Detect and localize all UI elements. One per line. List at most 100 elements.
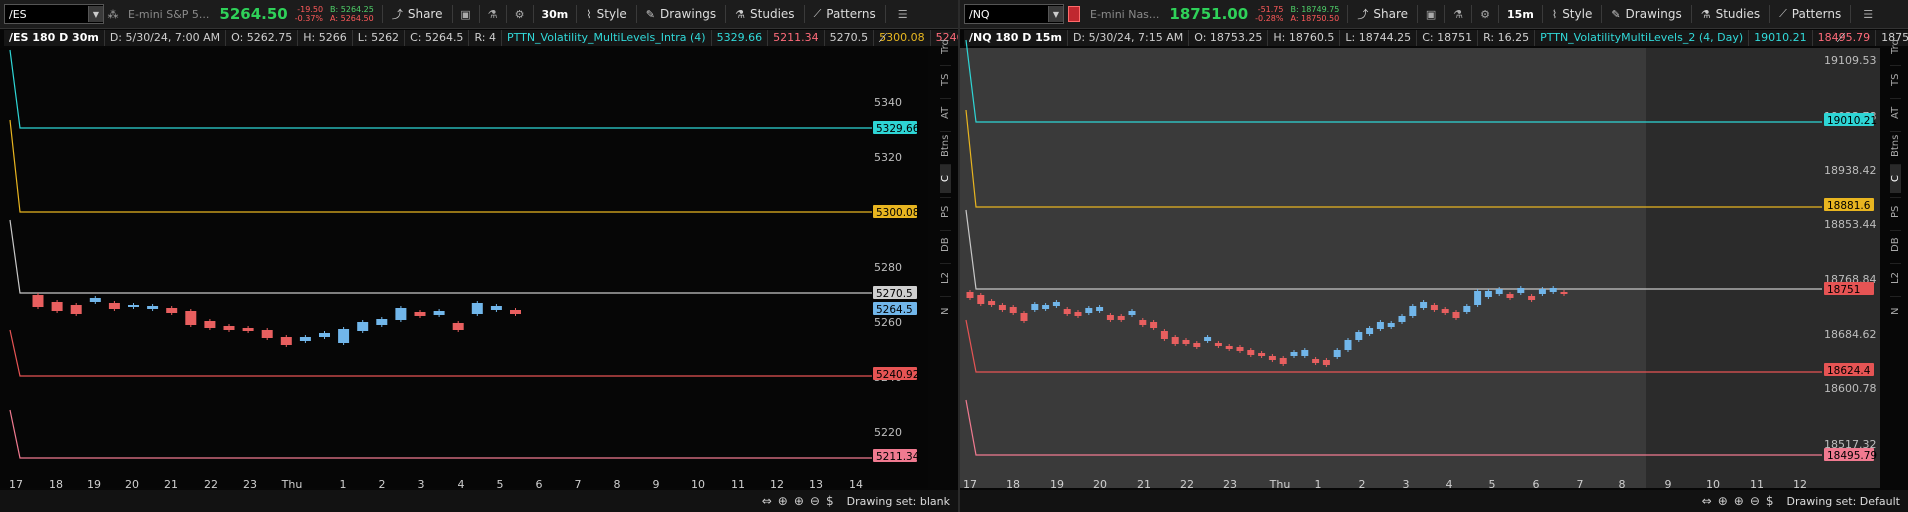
patterns-label: Patterns xyxy=(826,7,876,21)
side-tab-btns[interactable]: Btns xyxy=(939,131,951,160)
level-price-label: 5264.5 xyxy=(873,302,917,316)
candle xyxy=(998,305,1006,310)
snapshot-icon[interactable]: ▣ xyxy=(457,4,475,24)
share-label: Share xyxy=(1373,7,1409,21)
side-tab-l2[interactable]: L2 xyxy=(1889,263,1901,292)
timeframe-button[interactable]: 15m xyxy=(1503,8,1538,21)
candle xyxy=(1247,350,1255,355)
side-tab-db[interactable]: DB xyxy=(1889,230,1901,259)
zoom-out-icon[interactable]: ⊖ xyxy=(810,494,820,508)
side-tab-db[interactable]: DB xyxy=(939,230,951,259)
time-axis-label: 22 xyxy=(204,478,218,490)
chevron-down-icon[interactable]: ▼ xyxy=(88,6,103,22)
side-tab-ts[interactable]: TS xyxy=(939,65,951,94)
pan-icon[interactable]: ⇔ xyxy=(1702,494,1712,508)
dollar-icon[interactable]: $ xyxy=(826,494,834,508)
menu-icon[interactable]: ☰ xyxy=(1859,4,1877,24)
axis-tick-label: 5280 xyxy=(874,261,902,274)
candle xyxy=(471,303,483,314)
patterns-button[interactable]: ⟋ Patterns xyxy=(1774,3,1846,25)
flask-icon[interactable]: ⚗ xyxy=(1449,4,1467,24)
chevron-down-icon[interactable]: ▼ xyxy=(1048,6,1063,22)
chart-panel-nq: /NQ ▼ E-mini Nas... 18751.00 -51.75 -0.2… xyxy=(960,0,1908,512)
side-tab-ps[interactable]: PS xyxy=(1889,197,1901,226)
crosshair-icon[interactable]: ⊕ xyxy=(778,494,788,508)
axis-tick-label: 19109.53 xyxy=(1824,54,1877,67)
drawing-set-label[interactable]: Drawing set: Default xyxy=(1787,495,1900,508)
candle xyxy=(166,308,178,313)
timeframe-button[interactable]: 30m xyxy=(538,8,573,21)
share-button[interactable]: ⤴ Share xyxy=(387,3,448,25)
side-tab-trd[interactable]: Trd xyxy=(1889,32,1901,61)
flask-icon[interactable]: ⚗ xyxy=(484,4,502,24)
change-value: -19.50 xyxy=(297,5,324,14)
side-tab-c[interactable]: C xyxy=(1889,164,1901,193)
symbol-selector[interactable]: /ES ▼ xyxy=(4,4,104,24)
side-tab-n[interactable]: N xyxy=(1889,296,1901,325)
candle xyxy=(89,298,101,302)
link-icon[interactable]: ⁂ xyxy=(104,4,122,24)
candle xyxy=(452,323,464,330)
dollar-icon[interactable]: $ xyxy=(1766,494,1774,508)
symbol-text: /ES xyxy=(9,7,27,21)
time-axis-label: 1 xyxy=(340,478,347,490)
drawings-button[interactable]: ✎ Drawings xyxy=(641,3,721,25)
axis-tick-label: 18938.42 xyxy=(1824,164,1877,177)
price-chart[interactable]: 5340532052805260524052205329.665300.0852… xyxy=(0,30,930,490)
bid-value: B: 18749.75 xyxy=(1290,5,1340,14)
candle xyxy=(1160,331,1168,339)
side-tab-at[interactable]: AT xyxy=(1889,98,1901,127)
patterns-button[interactable]: ⟋ Patterns xyxy=(809,3,881,25)
menu-icon[interactable]: ☰ xyxy=(894,4,912,24)
crosshair-icon[interactable]: ⊕ xyxy=(1718,494,1728,508)
zoom-in-icon[interactable]: ⊕ xyxy=(794,494,804,508)
gear-icon[interactable]: ⚙ xyxy=(511,4,529,24)
drawing-set-label[interactable]: Drawing set: blank xyxy=(847,495,950,508)
time-axis-label: 2 xyxy=(379,478,386,490)
side-tab-at[interactable]: AT xyxy=(939,98,951,127)
session-shade xyxy=(960,48,1646,488)
app-root: /ES ▼ ⁂ E-mini S&P 5... 5264.50 -19.50 -… xyxy=(0,0,1908,512)
level-price-label: 19010.21 xyxy=(1824,113,1877,127)
side-tab-ps[interactable]: PS xyxy=(939,197,951,226)
snapshot-icon[interactable]: ▣ xyxy=(1422,4,1440,24)
side-tab-n[interactable]: N xyxy=(939,296,951,325)
level-price-text: 5240.92 xyxy=(876,369,919,381)
share-button[interactable]: ⤴ Share xyxy=(1352,3,1413,25)
pan-icon[interactable]: ⇔ xyxy=(762,494,772,508)
time-axis-label: 7 xyxy=(575,478,582,490)
candle xyxy=(1495,289,1503,294)
candle xyxy=(395,308,407,320)
zoom-in-icon[interactable]: ⊕ xyxy=(1734,494,1744,508)
side-tab-trd[interactable]: Trd xyxy=(939,32,951,61)
studies-button[interactable]: ⚗ Studies xyxy=(730,3,799,25)
side-tab-btns[interactable]: Btns xyxy=(1889,131,1901,160)
studies-button[interactable]: ⚗ Studies xyxy=(1696,3,1765,25)
price-chart[interactable]: 19109.5319023.7818938.4218853.4418768.84… xyxy=(960,30,1882,490)
gear-icon[interactable]: ⚙ xyxy=(1476,4,1494,24)
candle xyxy=(204,321,216,328)
candle xyxy=(1344,340,1352,350)
link-color-icon[interactable] xyxy=(1068,6,1080,22)
style-button[interactable]: ⌇ Style xyxy=(1547,3,1598,25)
bid-ask: B: 5264.25 A: 5264.50 xyxy=(330,5,374,23)
time-axis-label: 12 xyxy=(1793,478,1807,490)
symbol-selector[interactable]: /NQ ▼ xyxy=(964,4,1064,24)
side-tab-ts[interactable]: TS xyxy=(1889,65,1901,94)
separator xyxy=(803,5,805,23)
side-tab-l2[interactable]: L2 xyxy=(939,263,951,292)
candle xyxy=(299,337,311,341)
separator xyxy=(478,5,480,23)
time-axis-label: 18 xyxy=(49,478,63,490)
zoom-out-icon[interactable]: ⊖ xyxy=(1750,494,1760,508)
time-axis-label: 22 xyxy=(1180,478,1194,490)
drawings-button[interactable]: ✎ Drawings xyxy=(1606,3,1686,25)
style-button[interactable]: ⌇ Style xyxy=(581,3,632,25)
time-axis-label: 21 xyxy=(164,478,178,490)
separator xyxy=(1444,5,1446,23)
level-price-text: 18624.4 xyxy=(1827,365,1871,377)
side-tab-c[interactable]: C xyxy=(939,164,951,193)
candle xyxy=(223,326,235,330)
symbol-description: E-mini Nas... xyxy=(1090,7,1160,21)
candle xyxy=(32,295,44,307)
